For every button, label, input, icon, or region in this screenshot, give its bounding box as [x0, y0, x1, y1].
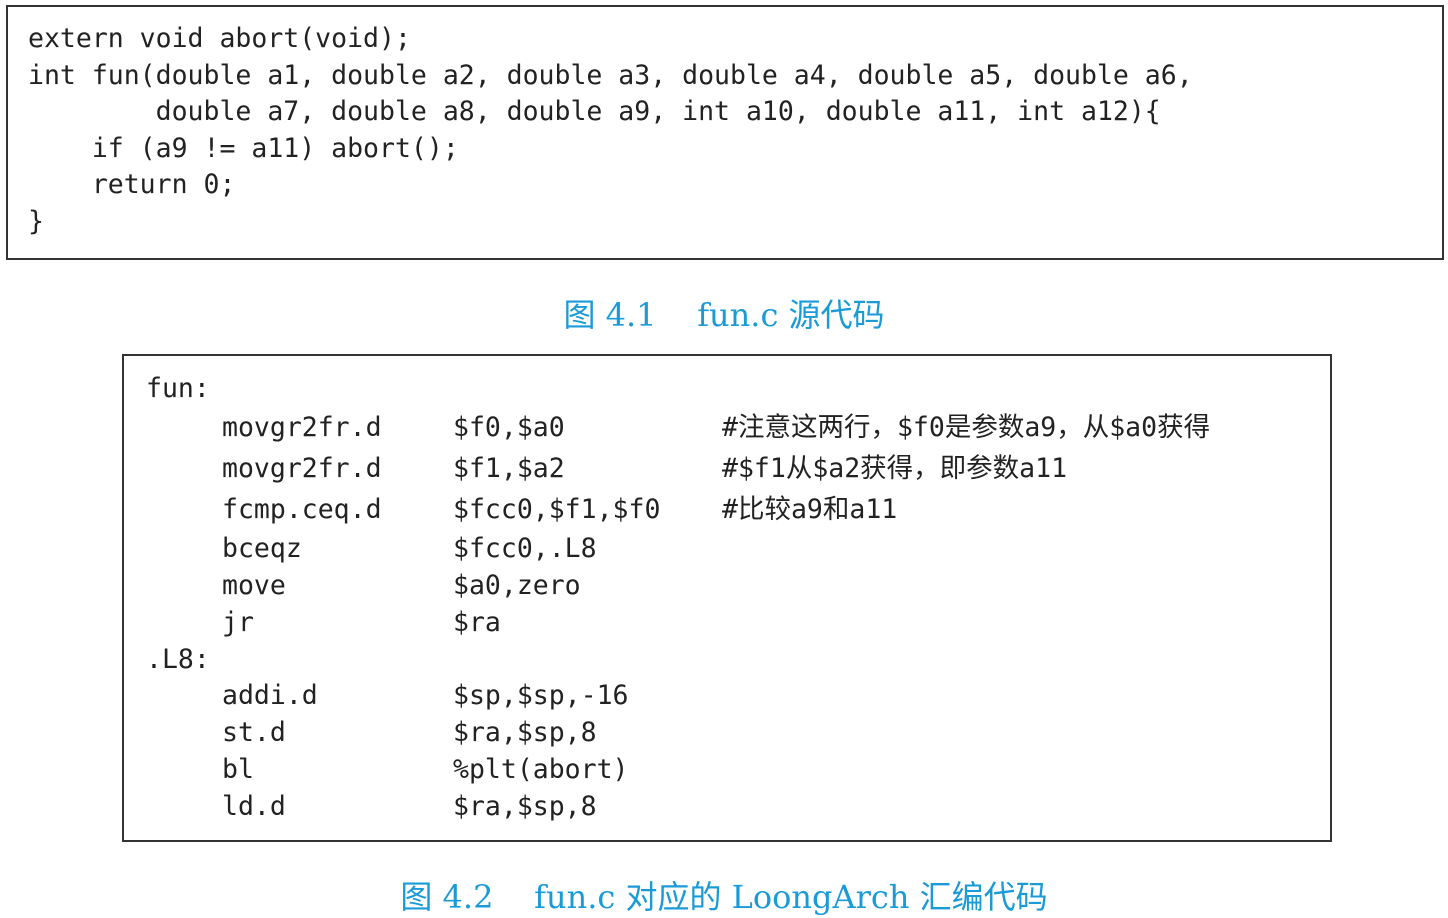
asm-comment: #注意这两行，$f0是参数a9，从$a0获得 — [722, 412, 1211, 443]
asm-operands: $a0,zero — [453, 570, 581, 601]
source-line: } — [28, 205, 44, 237]
asm-label-l8: .L8: — [146, 644, 210, 675]
asm-operands: $f0,$a0 — [453, 412, 565, 443]
asm-instr: bl — [222, 754, 254, 785]
asm-instr: addi.d — [222, 680, 318, 711]
asm-operands: %plt(abort) — [453, 754, 629, 785]
source-line: double a7, double a8, double a9, int a10… — [28, 96, 1161, 128]
asm-operands: $fcc0,$f1,$f0 — [453, 494, 661, 525]
asm-operands: $f1,$a2 — [453, 453, 565, 484]
asm-instr: movgr2fr.d — [222, 412, 382, 443]
asm-operands: $fcc0,.L8 — [453, 533, 597, 564]
asm-instr: bceqz — [222, 533, 302, 564]
assembly-code-box: fun: movgr2fr.d $f0,$a0 #注意这两行，$f0是参数a9，… — [122, 354, 1332, 842]
asm-instr: movgr2fr.d — [222, 453, 382, 484]
asm-operands: $ra — [453, 607, 501, 638]
source-code-box: extern void abort(void); int fun(double … — [6, 5, 1444, 260]
asm-instr: jr — [222, 607, 254, 638]
asm-operands: $ra,$sp,8 — [453, 791, 597, 822]
asm-comment: #比较a9和a11 — [722, 494, 898, 525]
asm-instr: fcmp.ceq.d — [222, 494, 382, 525]
source-line: return 0; — [28, 169, 236, 201]
source-line: if (a9 != a11) abort(); — [28, 132, 459, 164]
asm-instr: st.d — [222, 717, 286, 748]
asm-comment: #$f1从$a2获得，即参数a11 — [722, 453, 1068, 484]
figure-caption-4-2: 图 4.2 fun.c 对应的 LoongArch 汇编代码 — [400, 878, 1048, 916]
asm-label-fun: fun: — [146, 373, 210, 404]
source-line: extern void abort(void); — [28, 23, 411, 54]
source-code: extern void abort(void); int fun(double … — [28, 21, 1193, 241]
asm-instr: move — [222, 570, 286, 601]
asm-operands: $ra,$sp,8 — [453, 717, 597, 748]
figure-caption-4-1: 图 4.1 fun.c 源代码 — [563, 296, 885, 334]
asm-instr: ld.d — [222, 791, 286, 822]
asm-operands: $sp,$sp,-16 — [453, 680, 629, 711]
source-line: int fun(double a1, double a2, double a3,… — [28, 59, 1193, 91]
